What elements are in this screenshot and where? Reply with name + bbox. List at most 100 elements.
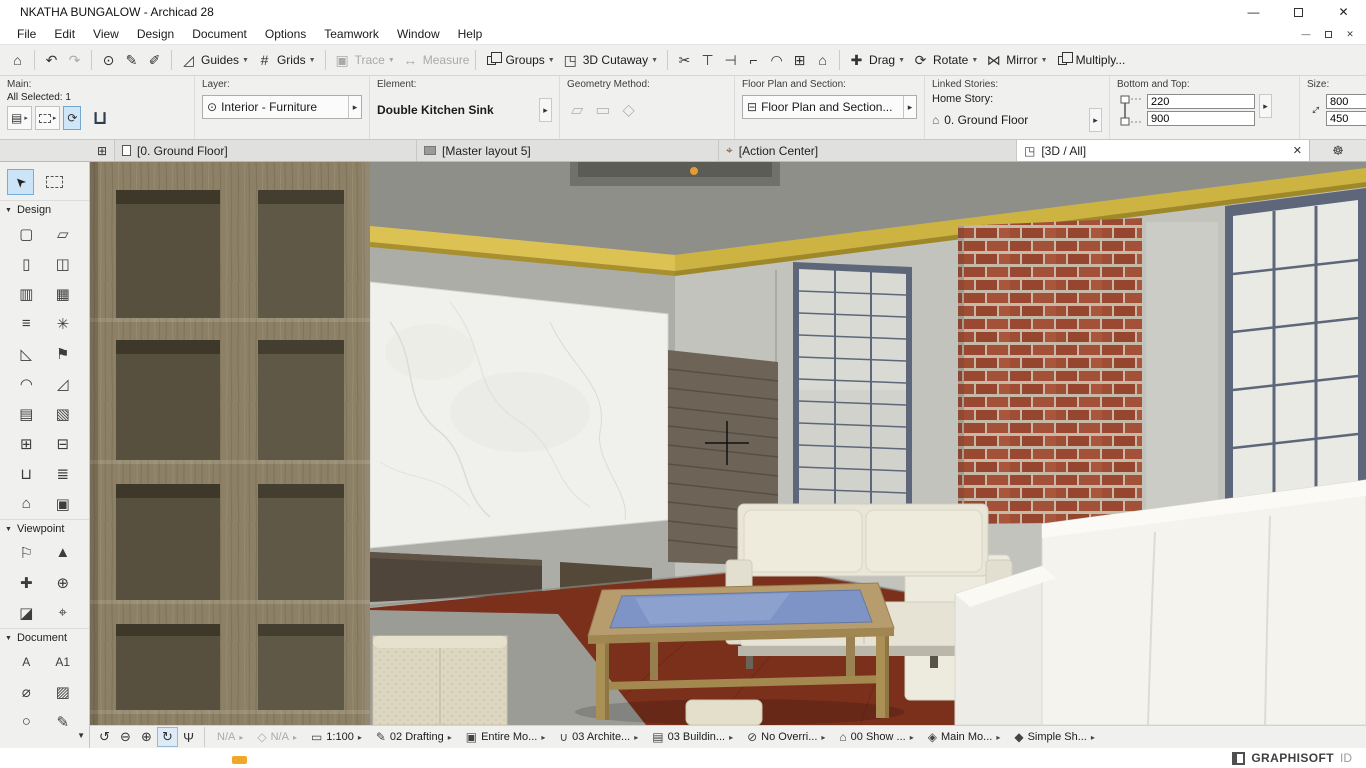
- opening-tool[interactable]: ⊟: [56, 433, 69, 454]
- toolbox-viewpoint-header[interactable]: ▼ Viewpoint: [0, 519, 89, 538]
- restore-button[interactable]: [1276, 0, 1321, 24]
- layer-combo[interactable]: ⊙ Interior - Furniture ▸: [202, 95, 362, 119]
- redo-icon[interactable]: ↷: [63, 48, 86, 72]
- selection-mode-button[interactable]: ▸: [35, 106, 61, 130]
- drag-icon[interactable]: ✚: [845, 48, 868, 72]
- dimension-style-control[interactable]: ∪ 03 Archite...▸: [552, 730, 645, 744]
- measure-label[interactable]: Measure: [423, 53, 470, 67]
- menu-edit[interactable]: Edit: [45, 26, 84, 42]
- quick-options-button[interactable]: ⊞: [90, 140, 114, 161]
- label-tool[interactable]: A1: [55, 651, 70, 672]
- morph-tool[interactable]: ⚑: [56, 343, 69, 364]
- mirror-dropdown-caret[interactable]: ▼: [1041, 57, 1048, 64]
- beam-tool[interactable]: ▧: [56, 403, 70, 424]
- split-icon[interactable]: ✂: [673, 48, 696, 72]
- cutaway-dropdown-caret[interactable]: ▼: [651, 57, 658, 64]
- grids-label[interactable]: Grids: [277, 53, 306, 67]
- toolbox-document-header[interactable]: ▼ Document: [0, 628, 89, 647]
- groups-icon[interactable]: [481, 48, 504, 72]
- shadow-control[interactable]: ◆ Simple Sh...▸: [1007, 730, 1102, 744]
- trace-icon[interactable]: ▣: [331, 48, 354, 72]
- menu-window[interactable]: Window: [388, 26, 449, 42]
- interior-elevation-tool[interactable]: ✚: [20, 572, 33, 593]
- minimize-button[interactable]: —: [1231, 0, 1276, 24]
- element-settings-button[interactable]: ▤▸: [7, 106, 32, 130]
- menu-design[interactable]: Design: [128, 26, 183, 42]
- tab-ground-floor[interactable]: [0. Ground Floor]: [114, 140, 416, 161]
- slab-tool[interactable]: ▱: [57, 223, 69, 244]
- grids-dropdown-caret[interactable]: ▼: [309, 57, 316, 64]
- renovation-filter-control[interactable]: N/A▸: [210, 731, 250, 743]
- stair-tool[interactable]: ≡: [22, 313, 31, 334]
- size-width-field[interactable]: [1326, 94, 1366, 109]
- elevation-tool[interactable]: ▲: [55, 542, 70, 563]
- menu-file[interactable]: File: [8, 26, 45, 42]
- dimension-tool[interactable]: ⌀: [22, 681, 31, 702]
- graphisoft-id-badge[interactable]: GRAPHISOFT ID: [1232, 751, 1366, 765]
- menu-options[interactable]: Options: [256, 26, 315, 42]
- tab-action-center[interactable]: ⌖ [Action Center]: [718, 140, 1016, 161]
- top-offset-field[interactable]: [1147, 94, 1255, 109]
- grids-icon[interactable]: #: [253, 48, 276, 72]
- reset-orbit-icon[interactable]: ↺: [94, 727, 115, 747]
- detail-tool[interactable]: ◪: [19, 602, 33, 623]
- column-tool[interactable]: ▥: [19, 283, 33, 304]
- ramp-tool[interactable]: ◿: [57, 373, 69, 394]
- doc-minimize-button[interactable]: —: [1298, 27, 1314, 41]
- menu-view[interactable]: View: [84, 26, 128, 42]
- adjust-icon[interactable]: ⊤: [696, 48, 719, 72]
- rotate-mode-button[interactable]: ⟳: [63, 106, 81, 130]
- tab-master-layout[interactable]: [Master layout 5]: [416, 140, 718, 161]
- close-button[interactable]: ✕: [1321, 0, 1366, 24]
- menu-help[interactable]: Help: [449, 26, 492, 42]
- tab-3d-all[interactable]: ◳ [3D / All] ✕: [1016, 140, 1310, 161]
- pick-up-parameters-icon[interactable]: ✎: [120, 48, 143, 72]
- geometry-method-2-icon[interactable]: ▭: [595, 100, 610, 120]
- mirror-label[interactable]: Mirror: [1006, 53, 1037, 67]
- trim-icon[interactable]: ⊣: [719, 48, 742, 72]
- railing-tool[interactable]: ≣: [56, 463, 69, 484]
- home-icon[interactable]: ⌂: [6, 48, 29, 72]
- rotate-dropdown-caret[interactable]: ▼: [971, 57, 978, 64]
- elevate-icon[interactable]: ⌂: [811, 48, 834, 72]
- section-tool[interactable]: ⚐: [20, 542, 33, 563]
- stair-premade-tool[interactable]: ⌂: [22, 493, 31, 514]
- rotate-icon[interactable]: ⟳: [909, 48, 932, 72]
- rotate-label[interactable]: Rotate: [933, 53, 968, 67]
- zoom-out-icon[interactable]: ⊖: [115, 727, 136, 747]
- cutaway-icon[interactable]: ◳: [559, 48, 582, 72]
- multiply-icon[interactable]: [1052, 48, 1075, 72]
- line-tool[interactable]: ✎: [56, 711, 69, 732]
- mesh-tool[interactable]: ▤: [19, 403, 33, 424]
- floorplan-flyout-arrow[interactable]: ▸: [903, 96, 916, 118]
- model-filter-control[interactable]: ▣ Entire Mo...▸: [459, 730, 553, 744]
- pen-set-control[interactable]: ✎ 02 Drafting▸: [369, 730, 459, 744]
- renovation-show-control[interactable]: ⌂ 00 Show ...▸: [832, 730, 920, 744]
- story-flyout-arrow[interactable]: ▸: [1089, 108, 1102, 132]
- cutaway-label[interactable]: 3D Cutaway: [583, 53, 648, 67]
- groups-label[interactable]: Groups: [505, 53, 544, 67]
- curtain-wall-tool[interactable]: ▦: [56, 283, 70, 304]
- fillet-icon[interactable]: ◠: [765, 48, 788, 72]
- resize-icon[interactable]: ⊞: [788, 48, 811, 72]
- pop-up-navigator-icon[interactable]: ☸: [1332, 143, 1344, 159]
- menu-document[interactable]: Document: [183, 26, 256, 42]
- groups-dropdown-caret[interactable]: ▼: [548, 57, 555, 64]
- toolbox-design-header[interactable]: ▼ Design: [0, 200, 89, 219]
- toolbox-scroll-down-icon[interactable]: ▼: [77, 731, 85, 740]
- window-tool[interactable]: ◫: [56, 253, 70, 274]
- floorplan-combo[interactable]: ⊟ Floor Plan and Section... ▸: [742, 95, 917, 119]
- walk-mode-icon[interactable]: Ψ: [178, 727, 199, 747]
- inject-parameters-icon[interactable]: ✐: [143, 48, 166, 72]
- drag-label[interactable]: Drag: [869, 53, 895, 67]
- door-tool[interactable]: ▯: [22, 253, 30, 274]
- lamp-tool[interactable]: ✳: [56, 313, 69, 334]
- orbit-icon[interactable]: ↻: [157, 727, 178, 747]
- doc-restore-button[interactable]: [1320, 27, 1336, 41]
- arrow-tool[interactable]: ➤: [7, 169, 34, 195]
- trace-label[interactable]: Trace: [355, 53, 385, 67]
- guides-dropdown-caret[interactable]: ▼: [242, 57, 249, 64]
- guides-icon[interactable]: ◿: [177, 48, 200, 72]
- size-height-field[interactable]: [1326, 111, 1366, 126]
- worksheet-tool[interactable]: ⊕: [56, 572, 69, 593]
